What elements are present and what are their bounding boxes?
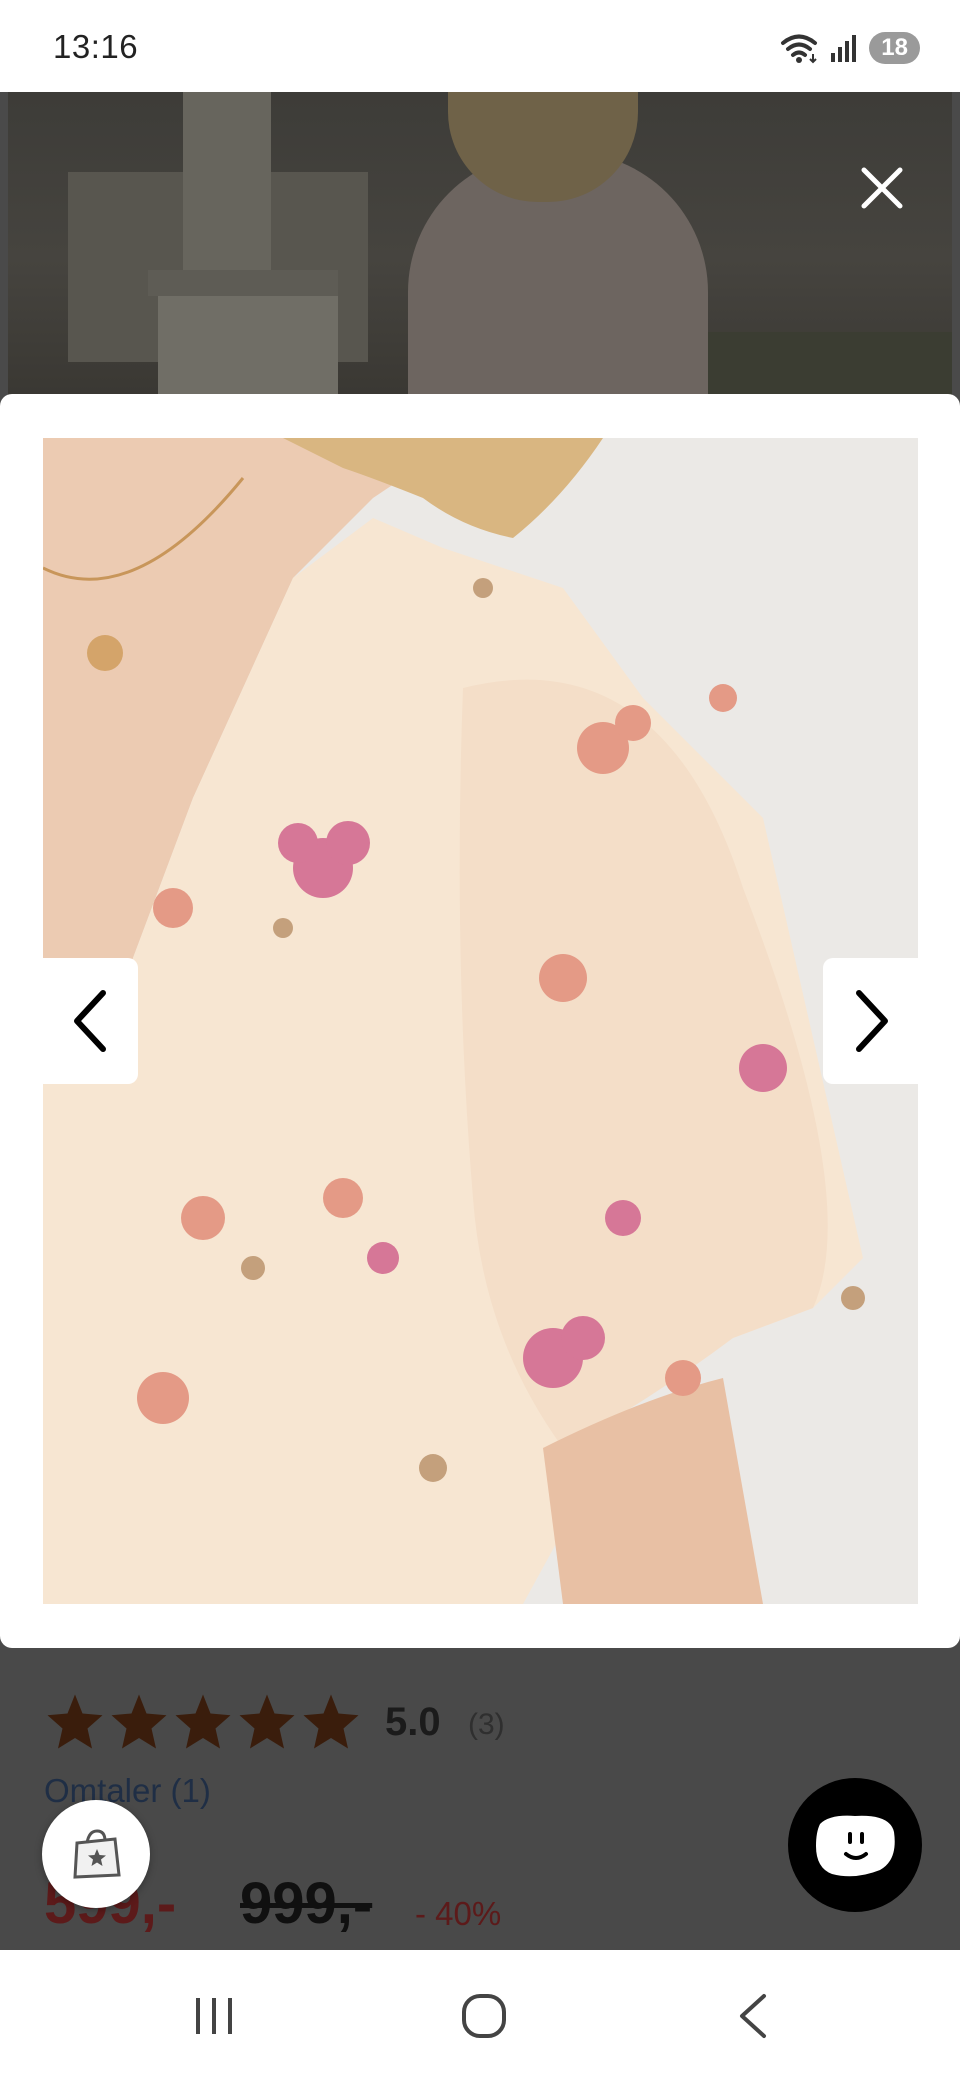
star-icon (175, 1694, 231, 1749)
recents-icon (196, 1998, 232, 2034)
chat-smiley-icon (816, 1815, 895, 1877)
product-image[interactable] (43, 438, 918, 1604)
shopping-bag-star-icon (73, 1829, 121, 1879)
status-icons: 18 (779, 30, 920, 66)
recents-button[interactable] (178, 1980, 250, 2052)
home-icon (462, 1994, 506, 2038)
battery-icon: 18 (869, 32, 920, 64)
chevron-left-icon (73, 990, 106, 1052)
star-icon (47, 1694, 103, 1749)
status-time: 13:16 (53, 28, 139, 65)
discount-label: - 40% (415, 1895, 502, 1932)
reviews-link[interactable]: Omtaler (1) (44, 1772, 211, 1810)
original-price: 999,- (240, 1871, 373, 1936)
star-icon (303, 1694, 359, 1749)
background-product-photo (8, 92, 952, 395)
star-icon (239, 1694, 295, 1749)
product-photo-drawing (43, 438, 918, 1604)
rating-count: (3) (468, 1708, 505, 1741)
next-image-button[interactable] (823, 958, 918, 1084)
chevron-right-icon (855, 990, 888, 1052)
home-button[interactable] (448, 1980, 520, 2052)
status-bar: 13:16 18 (0, 0, 960, 92)
previous-image-button[interactable] (43, 958, 138, 1084)
chat-button[interactable] (788, 1778, 922, 1912)
wifi-icon (781, 34, 818, 64)
image-zoom-modal (0, 394, 960, 1648)
signal-icon (831, 35, 857, 62)
favorites-bag-button[interactable] (42, 1800, 150, 1908)
star-icon (111, 1694, 167, 1749)
close-icon (861, 167, 903, 209)
rating-value: 5.0 (385, 1700, 441, 1744)
system-nav-bar (0, 1950, 960, 2080)
rating-stars (44, 1692, 362, 1752)
back-button[interactable] (718, 1980, 790, 2052)
close-button[interactable] (856, 162, 908, 214)
back-icon (740, 1994, 766, 2038)
